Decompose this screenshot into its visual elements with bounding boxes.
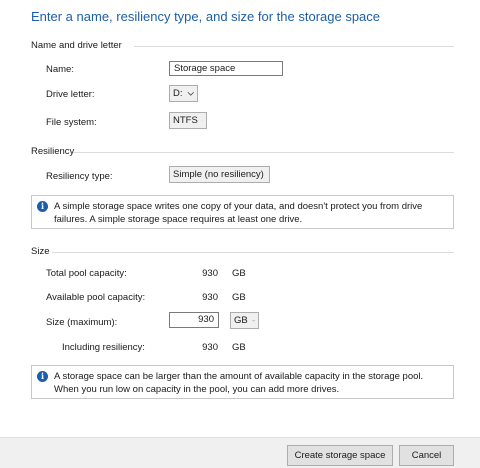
size-unit-dropdown[interactable]: GB — [230, 312, 259, 329]
including-resiliency-label: Including resiliency: — [62, 342, 145, 353]
available-capacity-label: Available pool capacity: — [46, 292, 146, 303]
file-system-label: File system: — [46, 117, 97, 128]
info-icon: i — [37, 371, 48, 382]
create-storage-space-button[interactable]: Create storage space — [287, 445, 393, 466]
section-divider — [73, 152, 454, 153]
resiliency-type-dropdown[interactable]: Simple (no resiliency) — [169, 166, 270, 183]
cancel-button[interactable]: Cancel — [399, 445, 454, 466]
footer-bar: Create storage space Cancel — [0, 437, 480, 468]
resiliency-type-value: Simple (no resiliency) — [173, 169, 264, 180]
chevron-down-icon — [251, 319, 255, 322]
including-resiliency-value: 930 — [202, 342, 218, 353]
file-system-dropdown[interactable]: NTFS — [169, 112, 207, 129]
section-divider — [134, 46, 454, 47]
resiliency-type-label: Resiliency type: — [46, 171, 113, 182]
size-info-box: i A storage space can be larger than the… — [31, 365, 454, 399]
resiliency-info-text: A simple storage space writes one copy o… — [54, 201, 423, 225]
available-capacity-unit: GB — [232, 292, 246, 303]
file-system-value: NTFS — [173, 115, 198, 126]
name-input[interactable]: Storage space — [169, 61, 283, 76]
total-capacity-unit: GB — [232, 268, 246, 279]
chevron-down-icon — [187, 91, 194, 96]
size-input[interactable]: 930 — [169, 312, 219, 328]
chevron-down-icon — [201, 120, 203, 121]
name-label: Name: — [46, 64, 74, 75]
drive-letter-value: D: — [173, 88, 183, 99]
drive-letter-dropdown[interactable]: D: — [169, 85, 198, 102]
section-header-name: Name and drive letter — [31, 40, 122, 51]
size-maximum-label: Size (maximum): — [46, 317, 118, 328]
info-icon: i — [37, 201, 48, 212]
available-capacity-value: 930 — [202, 292, 218, 303]
total-capacity-label: Total pool capacity: — [46, 268, 127, 279]
section-divider — [52, 252, 454, 253]
dialog-title: Enter a name, resiliency type, and size … — [31, 9, 381, 24]
drive-letter-label: Drive letter: — [46, 89, 95, 100]
total-capacity-value: 930 — [202, 268, 218, 279]
size-info-text: A storage space can be larger than the a… — [54, 371, 424, 395]
section-header-size: Size — [31, 246, 50, 257]
resiliency-info-box: i A simple storage space writes one copy… — [31, 195, 454, 229]
section-header-resiliency: Resiliency — [31, 146, 75, 157]
including-resiliency-unit: GB — [232, 342, 246, 353]
size-unit-value: GB — [234, 315, 248, 326]
